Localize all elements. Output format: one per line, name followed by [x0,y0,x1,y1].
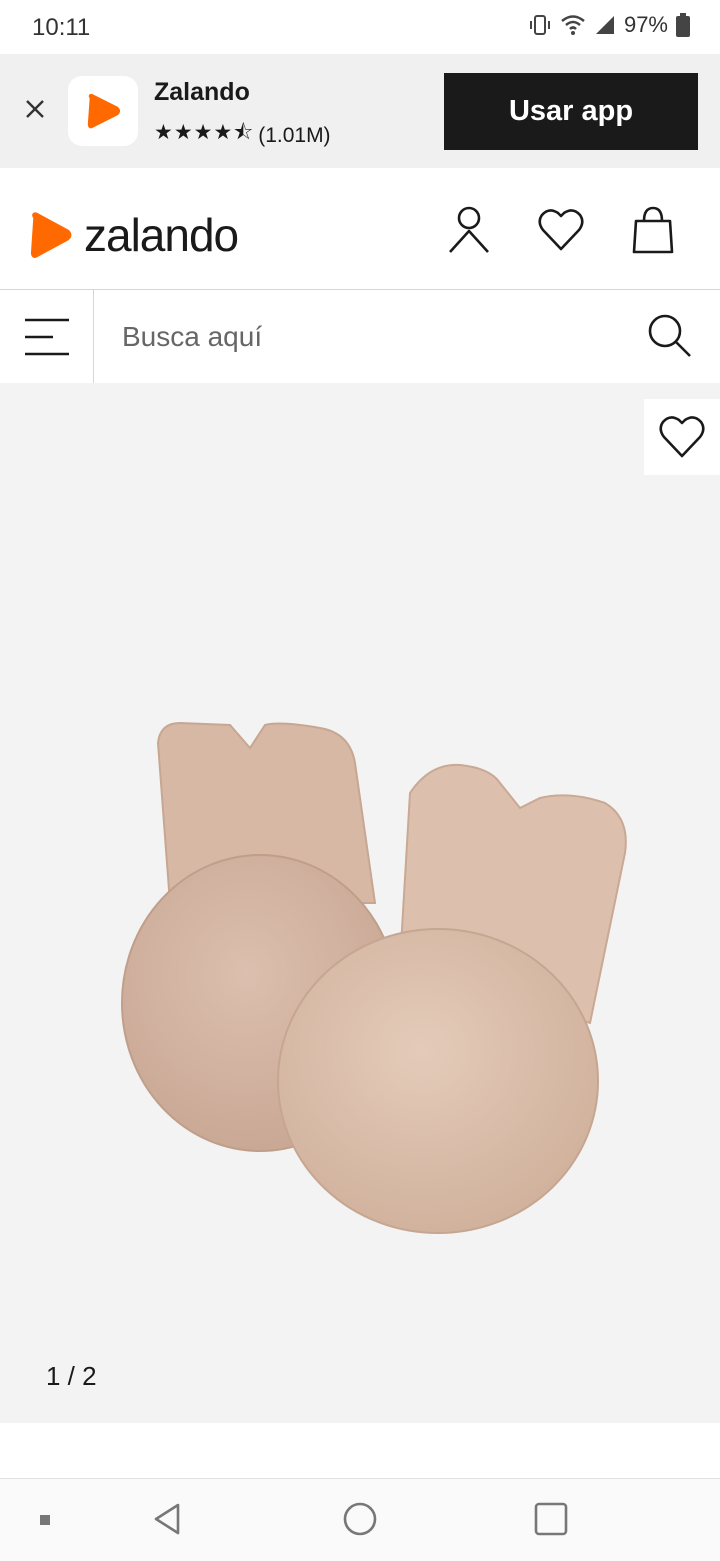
heart-icon [659,416,705,458]
app-logo [68,76,138,146]
account-icon[interactable] [444,204,494,256]
wifi-icon [561,15,585,35]
product-image [121,721,627,1234]
app-name: Zalando [154,78,250,106]
use-app-button[interactable]: Usar app [444,73,698,150]
app-install-banner: Zalando ★★★★⯪ (1.01M) Usar app [0,54,720,168]
search-input[interactable] [94,290,634,383]
home-icon[interactable] [342,1501,378,1537]
app-rating: ★★★★⯪ (1.01M) [154,118,331,153]
site-header: zalando [0,168,720,289]
heart-icon[interactable] [536,204,586,256]
product-image-gallery[interactable]: 1 / 2 [0,383,720,1423]
system-navigation-bar [0,1478,720,1561]
status-time: 10:11 [32,14,91,41]
close-icon[interactable] [20,94,50,124]
signal-icon [595,16,614,34]
zalando-logo[interactable]: zalando [26,208,239,262]
status-bar: 10:11 97% [0,0,720,54]
menu-dot-icon[interactable] [38,1513,52,1527]
search-bar [0,289,720,384]
rating-count: (1.01M) [258,123,331,147]
hamburger-menu-icon [24,318,69,355]
zalando-play-icon [30,212,72,258]
battery-icon [676,13,690,37]
search-icon[interactable] [646,312,694,360]
image-counter: 1 / 2 [46,1361,97,1391]
menu-button[interactable] [0,290,94,383]
rating-stars: ★★★★⯪ [154,121,255,144]
battery-percent: 97% [623,12,668,37]
vibrate-icon [529,15,550,35]
bag-icon[interactable] [628,204,678,256]
status-icons: 97% [528,12,690,38]
zalando-play-icon [87,93,121,129]
recents-icon[interactable] [533,1501,569,1537]
brand-wordmark: zalando [84,209,239,261]
back-icon[interactable] [150,1501,186,1537]
add-to-wishlist-button[interactable] [644,399,720,475]
